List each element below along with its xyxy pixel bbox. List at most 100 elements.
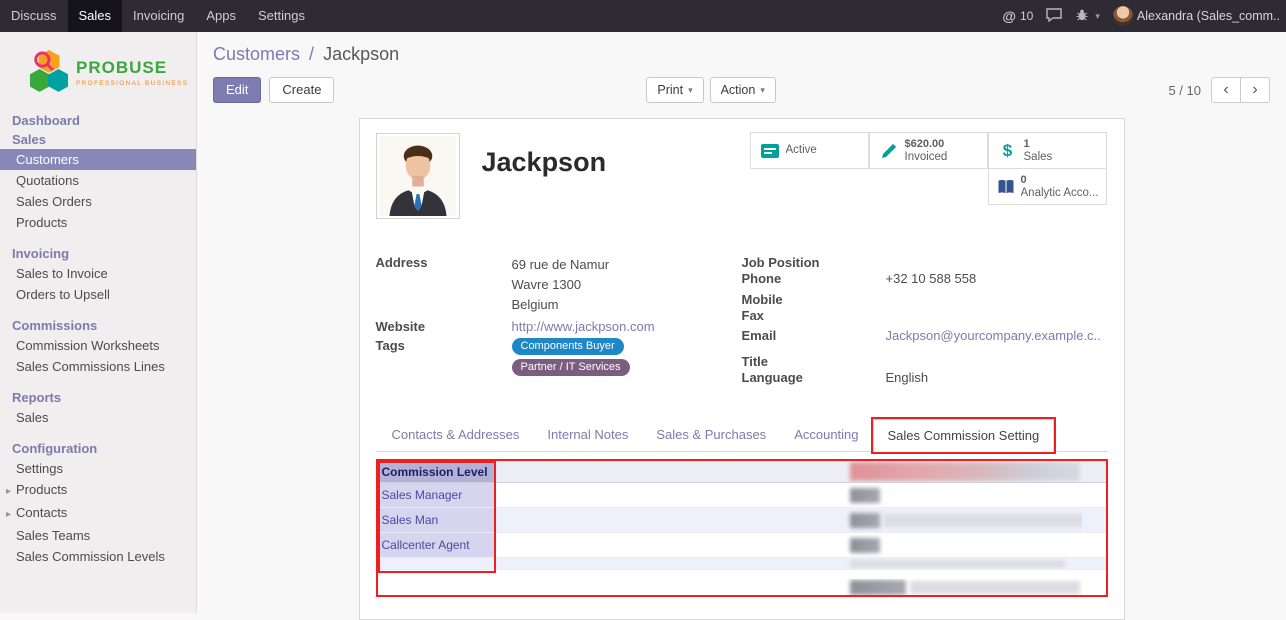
invoiced-stat-button[interactable]: $620.00 Invoiced [869,132,988,169]
menu-discuss[interactable]: Discuss [0,0,68,32]
active-stat-button[interactable]: Active [750,132,869,169]
expand-arrow-icon[interactable]: ▸ [6,481,16,502]
address-label: Address [376,255,512,315]
pager-next-button[interactable]: › [1240,77,1270,103]
pager-previous-button[interactable]: ‹ [1211,77,1241,103]
sidebar-heading-sales[interactable]: Sales [0,130,196,149]
commission-table: Commission Level Sales Manager [378,461,1106,595]
website-link[interactable]: http://www.jackpson.com [512,319,655,334]
stat-label: Analytic Acco... [1021,187,1099,200]
email-link[interactable]: Jackpson@yourcompany.example.c.. [886,328,1101,344]
email-label: Email [742,328,886,344]
tab-sales-commission-setting[interactable]: Sales Commission Setting [873,419,1055,452]
app-logo[interactable]: PROBUSE PROFESSIONAL BUSINESS [0,32,196,111]
cell-commission-level[interactable]: Sales Manager [378,483,495,507]
sidebar-item-config-products[interactable]: ▸Products [0,479,196,502]
mobile-field: Mobile [742,292,1108,308]
fields-right-column: Job Position Phone +32 10 588 558 Mobile… [742,255,1108,386]
breadcrumb-customers-link[interactable]: Customers [213,44,300,64]
stat-text: 0 Analytic Acco... [1021,174,1099,200]
sidebar-item-reports-sales[interactable]: Sales [0,407,196,428]
tab-internal-notes[interactable]: Internal Notes [533,419,642,451]
menu-sales[interactable]: Sales [68,0,123,32]
user-name: Alexandra (Sales_comm.. [1137,9,1280,23]
sidebar-item-quotations[interactable]: Quotations [0,170,196,191]
sidebar-heading-configuration[interactable]: Configuration [0,439,196,458]
tab-accounting[interactable]: Accounting [780,419,872,451]
commission-table-annotation-box: Commission Level Sales Manager [376,459,1108,597]
create-button[interactable]: Create [269,77,334,103]
menu-settings[interactable]: Settings [247,0,316,32]
debug-menu-button[interactable]: ▾ [1075,8,1100,25]
table-row-sales-manager[interactable]: Sales Manager [378,483,1106,508]
sidebar-heading-dashboard[interactable]: Dashboard [0,111,196,130]
menu-apps[interactable]: Apps [195,0,247,32]
analytic-accounts-stat-button[interactable]: 0 Analytic Acco... [988,168,1107,205]
cell-commission-level[interactable]: Sales Man [378,508,495,532]
cell-commission-level[interactable]: Callcenter Agent [378,533,495,557]
fax-field: Fax [742,308,1108,324]
sidebar-item-sales-commissions-lines[interactable]: Sales Commissions Lines [0,356,196,377]
title-label: Title [742,354,886,370]
mentions-button[interactable]: @ 10 [1002,8,1033,24]
tab-sales-purchases[interactable]: Sales & Purchases [642,419,780,451]
redacted-cell [846,508,1082,532]
expand-arrow-icon[interactable]: ▸ [6,504,16,525]
tag-components-buyer: Components Buyer [512,338,624,355]
sidebar-item-commission-worksheets[interactable]: Commission Worksheets [0,335,196,356]
stat-label: Active [786,144,817,157]
sidebar-item-orders-to-upsell[interactable]: Orders to Upsell [0,284,196,305]
stat-value: $620.00 [905,138,948,151]
phone-field: Phone +32 10 588 558 [742,271,1108,287]
sidebar-item-customers[interactable]: Customers [0,149,196,170]
sidebar-item-products[interactable]: Products [0,212,196,233]
fields-left-column: Address 69 rue de Namur Wavre 1300 Belgi… [376,255,742,386]
column-header-commission-level[interactable]: Commission Level [378,461,495,482]
user-menu-button[interactable]: Alexandra (Sales_comm.. [1113,6,1280,26]
phone-value: +32 10 588 558 [886,271,977,287]
menu-invoicing[interactable]: Invoicing [122,0,195,32]
logo-hexagons-icon [30,48,68,97]
messages-button[interactable] [1046,8,1062,25]
redacted-blur [910,581,1080,594]
title-field: Title [742,354,1108,370]
stat-text: Active [786,144,817,157]
sidebar-item-sales-commission-levels[interactable]: Sales Commission Levels [0,546,196,567]
sidebar-heading-invoicing[interactable]: Invoicing [0,244,196,263]
record-name: Jackpson [482,147,607,219]
table-row-sales-man[interactable]: Sales Man [378,508,1106,533]
redacted-blur [850,462,1080,481]
cell-empty [846,570,1082,579]
redacted-cell [846,533,1082,557]
control-panel-buttons: Edit Create Print ▾ Action ▾ 5 / 10 ‹ › [213,77,1270,105]
action-dropdown-button[interactable]: Action ▾ [710,77,776,103]
sidebar-item-sales-teams[interactable]: Sales Teams [0,525,196,546]
sidebar-item-sales-to-invoice[interactable]: Sales to Invoice [0,263,196,284]
cell-empty [495,558,846,569]
stat-value: 1 [1024,138,1053,151]
sidebar-item-config-contacts[interactable]: ▸Contacts [0,502,196,525]
sidebar-item-sales-orders[interactable]: Sales Orders [0,191,196,212]
print-dropdown-button[interactable]: Print ▾ [646,77,703,103]
address-field: Address 69 rue de Namur Wavre 1300 Belgi… [376,255,742,315]
customer-photo [376,133,460,219]
pager-counter: 5 / 10 [1168,83,1201,98]
redacted-blur [850,538,880,553]
sidebar-heading-commissions[interactable]: Commissions [0,316,196,335]
language-label: Language [742,370,886,386]
dollar-icon: $ [996,141,1020,161]
redacted-header-area [846,461,1082,482]
action-label: Action [721,82,756,98]
sidebar-item-settings[interactable]: Settings [0,458,196,479]
cell-spacer [495,508,846,532]
table-row-callcenter-agent[interactable]: Callcenter Agent [378,533,1106,558]
edit-button[interactable]: Edit [213,77,261,103]
redacted-cell [846,579,1082,595]
sales-stat-button[interactable]: $ 1 Sales [988,132,1107,169]
phone-label: Phone [742,271,886,287]
cell-spacer [495,483,846,507]
tab-contacts-addresses[interactable]: Contacts & Addresses [378,419,534,451]
sidebar: PROBUSE PROFESSIONAL BUSINESS Dashboard … [0,32,197,613]
sidebar-heading-reports[interactable]: Reports [0,388,196,407]
redacted-blur [850,580,906,595]
